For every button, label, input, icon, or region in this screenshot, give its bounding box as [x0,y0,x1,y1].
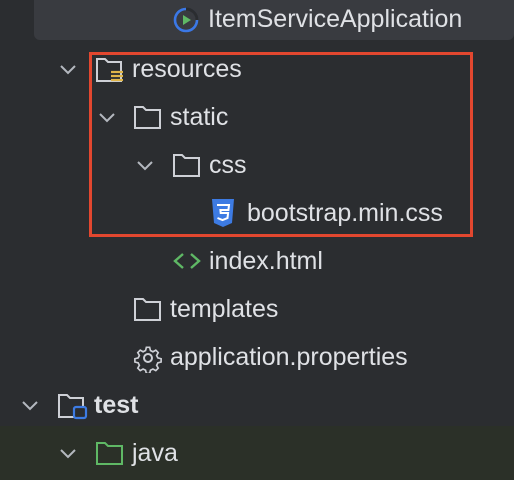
gear-icon [133,343,163,375]
tree-item-itemserviceapplication[interactable]: ItemServiceApplication [0,0,514,43]
tree-item-application-properties[interactable]: application.properties [0,333,514,381]
tree-item-label: templates [170,295,279,323]
folder-icon [133,295,163,323]
test-source-folder-icon [95,439,125,467]
chevron-down-icon[interactable] [19,394,41,416]
chevron-down-icon[interactable] [57,58,79,80]
tree-item-label: index.html [209,247,323,275]
html-file-icon [172,247,202,275]
chevron-down-icon[interactable] [57,442,79,464]
tree-item-label: test [94,391,139,419]
tree-item-label: ItemServiceApplication [208,5,463,33]
test-module-icon [57,391,88,420]
highlight-annotation-box [89,52,473,237]
tree-item-test[interactable]: test [0,381,514,429]
tree-item-templates[interactable]: templates [0,285,514,333]
spring-boot-run-icon [171,5,201,33]
tree-item-label: java [132,439,178,467]
tree-item-java[interactable]: java [0,429,514,477]
tree-item-label: application.properties [170,343,408,371]
project-tree: ItemServiceApplication resources static [0,0,514,480]
tree-item-index-html[interactable]: index.html [0,237,514,285]
